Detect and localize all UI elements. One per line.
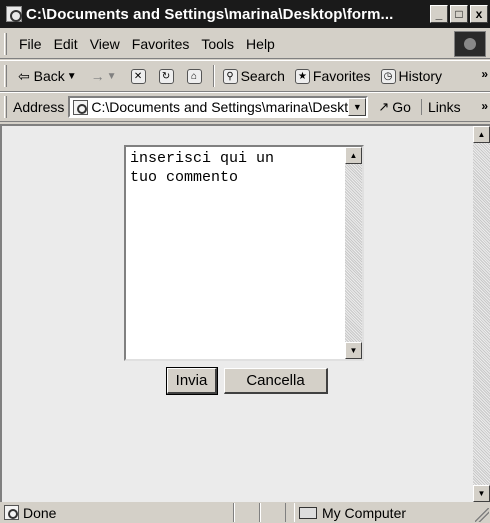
forward-arrow-icon: → [90, 68, 105, 84]
address-bar: Address C:\Documents and Settings\marina… [0, 92, 490, 122]
resize-grip[interactable] [475, 508, 489, 522]
comment-textarea[interactable]: inserisci qui un tuo commento ▲ ▼ [124, 145, 364, 361]
scroll-down-button[interactable]: ▼ [345, 342, 362, 359]
window-title: C:\Documents and Settings\marina\Desktop… [26, 5, 394, 23]
refresh-button[interactable]: ↻ [154, 68, 182, 84]
reset-button[interactable]: Cancella [224, 368, 328, 394]
search-button[interactable]: ⚲ Search [218, 68, 290, 84]
refresh-icon: ↻ [158, 68, 174, 84]
scroll-up-button[interactable]: ▲ [473, 126, 490, 143]
back-arrow-icon: ⇦ [18, 67, 34, 84]
windows-logo-icon [454, 31, 486, 57]
submit-button[interactable]: Invia [166, 367, 218, 395]
home-button[interactable]: ⌂ [182, 68, 210, 84]
menu-help[interactable]: Help [240, 36, 281, 52]
address-label: Address [13, 99, 65, 115]
stop-button[interactable]: ✕ [126, 68, 154, 84]
favorites-button[interactable]: ★ Favorites [290, 68, 376, 84]
home-icon: ⌂ [186, 68, 202, 84]
dropdown-arrow-icon[interactable]: ▼ [107, 71, 117, 82]
menu-bar: File Edit View Favorites Tools Help [0, 29, 490, 59]
search-icon: ⚲ [222, 68, 238, 84]
forward-button[interactable]: → ▼ [86, 68, 126, 84]
status-main-pane: Done [0, 503, 234, 522]
toolbar-separator [212, 65, 215, 87]
back-button[interactable]: ⇦ Back ▼ [13, 68, 86, 85]
status-pane [234, 503, 260, 522]
links-button[interactable]: Links [420, 99, 461, 115]
favorites-icon: ★ [294, 68, 310, 84]
menu-file[interactable]: File [13, 36, 48, 52]
status-text: Done [23, 504, 57, 521]
stop-icon: ✕ [130, 68, 146, 84]
status-bar: Done My Computer [0, 502, 490, 523]
standard-toolbar: ⇦ Back ▼ → ▼ ✕ ↻ ⌂ ⚲ Search ★ Favorites … [0, 60, 490, 92]
address-input[interactable]: C:\Documents and Settings\marina\Desktop… [68, 96, 369, 118]
go-button[interactable]: ↗ Go [378, 99, 411, 115]
menu-favorites[interactable]: Favorites [126, 36, 196, 52]
favorites-label: Favorites [312, 68, 371, 84]
menu-tools[interactable]: Tools [195, 36, 240, 52]
history-button[interactable]: ◷ History [376, 68, 448, 84]
toolbar-more-chevron[interactable]: » [481, 67, 488, 81]
comment-textarea-text[interactable]: inserisci qui un tuo commento [130, 149, 340, 187]
go-label: Go [392, 99, 411, 115]
address-dropdown-button[interactable]: ▼ [348, 98, 367, 116]
minimize-button[interactable]: _ [430, 5, 448, 23]
status-pane [260, 503, 286, 522]
dropdown-arrow-icon[interactable]: ▼ [67, 71, 77, 82]
history-label: History [398, 68, 443, 84]
toolbar-grip[interactable] [4, 32, 7, 55]
page-icon [4, 505, 19, 520]
scroll-down-button[interactable]: ▼ [473, 485, 490, 502]
scroll-up-button[interactable]: ▲ [345, 147, 362, 164]
page-icon [73, 99, 89, 115]
search-label: Search [240, 68, 285, 84]
textarea-scrollbar[interactable]: ▲ ▼ [345, 147, 362, 359]
menu-edit[interactable]: Edit [48, 36, 84, 52]
toolbar-grip[interactable] [4, 96, 7, 118]
ie-page-icon [6, 6, 22, 22]
page-scrollbar[interactable]: ▲ ▼ [473, 126, 490, 502]
go-arrow-icon: ↗ [378, 99, 390, 114]
address-value[interactable]: C:\Documents and Settings\marina\Desktop… [91, 99, 349, 115]
security-zone: My Computer [294, 503, 406, 522]
zone-label: My Computer [322, 504, 407, 521]
computer-icon [299, 506, 317, 519]
back-label: Back [33, 68, 65, 84]
links-more-chevron[interactable]: » [481, 99, 488, 113]
title-bar[interactable]: C:\Documents and Settings\marina\Desktop… [0, 0, 490, 28]
toolbar-grip[interactable] [4, 65, 7, 87]
maximize-button[interactable]: □ [450, 5, 468, 23]
page-content: inserisci qui un tuo commento ▲ ▼ Invia … [0, 124, 490, 502]
history-icon: ◷ [380, 68, 396, 84]
menu-view[interactable]: View [84, 36, 126, 52]
close-button[interactable]: x [470, 5, 488, 23]
